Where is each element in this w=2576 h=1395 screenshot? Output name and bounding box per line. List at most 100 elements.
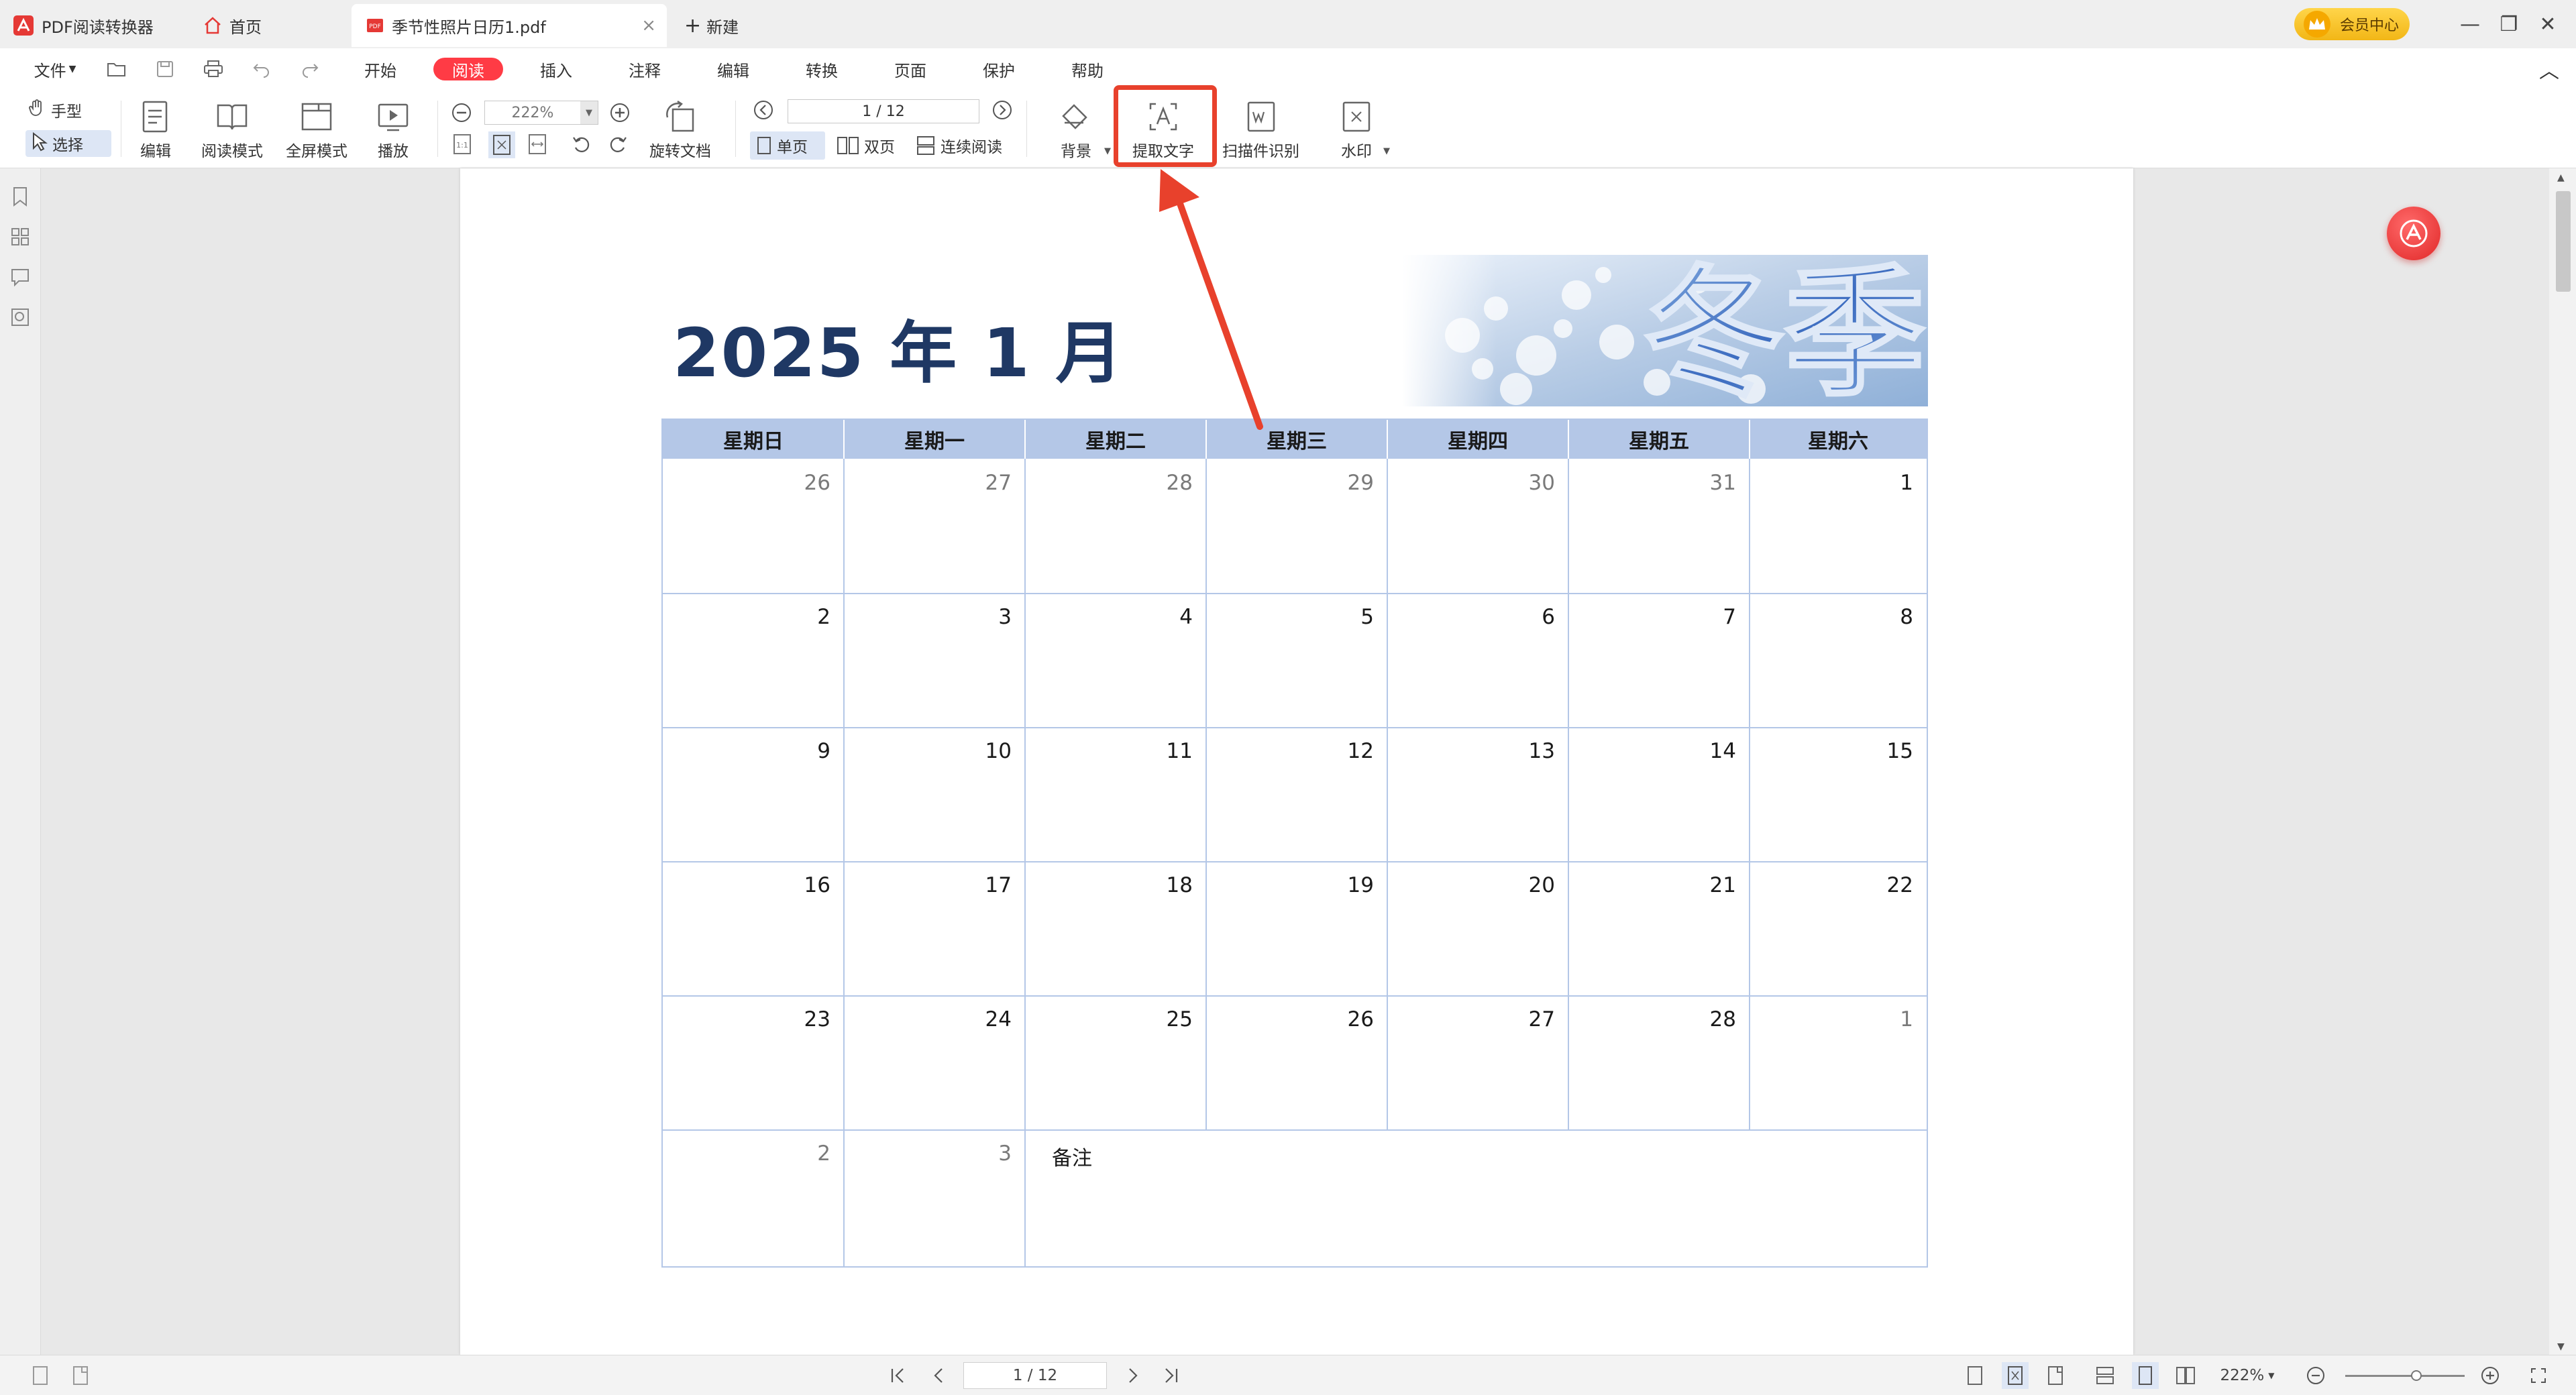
plus-icon: +: [684, 13, 702, 38]
scan-ocr-button[interactable]: 扫描件识别: [1222, 98, 1299, 161]
watermark-button[interactable]: 水印: [1338, 98, 1375, 161]
double-page-button[interactable]: 双页: [836, 131, 895, 160]
calendar-day: 9: [817, 739, 830, 763]
fullscreen-status-icon[interactable]: [2525, 1362, 2552, 1389]
row-divider: [663, 995, 1927, 997]
tab-home[interactable]: 首页: [203, 4, 262, 47]
background-button[interactable]: 背景: [1057, 98, 1095, 161]
undo-icon[interactable]: [250, 58, 274, 80]
next-page-button[interactable]: [991, 99, 1013, 121]
status-zoom-out-icon[interactable]: [2302, 1362, 2329, 1389]
floating-pdf-assistant-icon[interactable]: [2387, 207, 2440, 260]
calendar-day: 27: [985, 471, 1012, 495]
tab-close-button[interactable]: ×: [641, 15, 656, 36]
restore-button[interactable]: ❐: [2494, 9, 2524, 39]
fit-page-button[interactable]: [488, 131, 515, 158]
weekday-header: 星期六: [1750, 420, 1927, 459]
dropdown-arrow-icon[interactable]: ▼: [580, 101, 598, 124]
double-page-status-icon[interactable]: [2172, 1362, 2199, 1389]
status-page-input[interactable]: 1 / 12: [963, 1362, 1107, 1389]
weekday-header: 星期三: [1206, 420, 1387, 459]
zoom-out-button[interactable]: [451, 102, 472, 123]
scrollbar-thumb[interactable]: [2556, 191, 2571, 292]
zoom-in-button[interactable]: [609, 102, 631, 123]
menu-convert[interactable]: 转换: [794, 58, 849, 80]
rotate-right-button[interactable]: [608, 134, 628, 154]
fullscreen-button[interactable]: 全屏模式: [286, 98, 347, 161]
actual-size-status-icon[interactable]: [1962, 1362, 1988, 1389]
hand-tool-label: 手型: [51, 103, 82, 121]
comments-icon[interactable]: [9, 266, 31, 288]
menu-help[interactable]: 帮助: [1060, 58, 1115, 80]
column-divider: [1568, 459, 1569, 1129]
scroll-down-icon[interactable]: ▼: [2557, 1341, 2565, 1352]
tab-new[interactable]: + 新建: [684, 4, 739, 47]
fit-width-status-icon[interactable]: [2042, 1362, 2069, 1389]
print-icon[interactable]: [201, 58, 225, 80]
vip-center-button[interactable]: 会员中心: [2294, 8, 2410, 40]
close-window-button[interactable]: ✕: [2533, 9, 2563, 39]
play-button[interactable]: 播放: [374, 98, 412, 161]
status-zoom-value: 222%: [2220, 1367, 2265, 1384]
last-page-icon[interactable]: [1158, 1362, 1185, 1389]
menu-read[interactable]: 阅读: [433, 58, 503, 80]
rotate-right-icon: [610, 137, 627, 152]
page-thumbnail-icon[interactable]: [27, 1362, 54, 1389]
continuous-read-button[interactable]: 连续阅读: [915, 131, 1002, 160]
open-folder-icon[interactable]: [105, 58, 129, 80]
menu-start[interactable]: 开始: [353, 58, 408, 80]
single-page-status-icon[interactable]: [2132, 1362, 2159, 1389]
status-zoom-select[interactable]: 222% ▼: [2214, 1362, 2281, 1389]
header-divider: [1749, 420, 1750, 459]
weekday-header: 星期一: [844, 420, 1025, 459]
single-page-icon: [757, 137, 771, 154]
watermark-dropdown-icon[interactable]: ▼: [1383, 146, 1390, 156]
hand-tool-button[interactable]: 手型: [27, 98, 82, 122]
collapse-ribbon-button[interactable]: ︿: [2536, 58, 2563, 83]
ribbon-separator: [437, 101, 438, 157]
fit-page-status-icon[interactable]: [2002, 1362, 2029, 1389]
minimize-button[interactable]: —: [2455, 9, 2485, 39]
search-panel-icon[interactable]: [9, 306, 31, 328]
status-zoom-in-icon[interactable]: [2477, 1362, 2504, 1389]
edit-doc-icon: [137, 98, 174, 135]
bookmark-icon[interactable]: [9, 186, 31, 207]
rotate-left-button[interactable]: [572, 134, 592, 154]
save-icon[interactable]: [153, 58, 177, 80]
prev-page-button[interactable]: [753, 99, 774, 121]
menu-page[interactable]: 页面: [883, 58, 938, 80]
tab-document[interactable]: PDF 季节性照片日历1.pdf ×: [352, 4, 667, 47]
previous-page-icon[interactable]: [926, 1362, 953, 1389]
read-mode-button[interactable]: 阅读模式: [201, 98, 263, 161]
calendar-day: 3: [998, 605, 1012, 629]
edit-button[interactable]: 编辑: [137, 98, 174, 161]
app-name: PDF阅读转换器: [42, 17, 154, 37]
zoom-slider-handle[interactable]: [2411, 1370, 2422, 1381]
single-page-button[interactable]: 单页: [750, 131, 825, 160]
menu-file-label: 文件: [34, 61, 66, 80]
header-divider: [1205, 420, 1207, 459]
fit-width-button[interactable]: [526, 133, 549, 156]
background-dropdown-icon[interactable]: ▼: [1104, 146, 1111, 156]
scroll-up-icon[interactable]: ▲: [2557, 172, 2565, 183]
zoom-slider[interactable]: [2341, 1362, 2469, 1389]
calendar-day: 16: [804, 873, 830, 897]
menu-insert[interactable]: 插入: [529, 58, 584, 80]
first-page-icon[interactable]: [884, 1362, 911, 1389]
menu-protect[interactable]: 保护: [971, 58, 1026, 80]
redo-icon[interactable]: [298, 58, 322, 80]
next-page-icon[interactable]: [1119, 1362, 1146, 1389]
select-tool-button[interactable]: 选择: [25, 130, 111, 157]
menu-file[interactable]: 文件 ▼: [27, 58, 83, 80]
zoom-select[interactable]: 222% ▼: [484, 101, 598, 125]
page-export-icon[interactable]: [67, 1362, 94, 1389]
rotate-document-button[interactable]: 旋转文档: [649, 98, 711, 161]
thumbnails-icon[interactable]: [9, 226, 31, 247]
vertical-scrollbar[interactable]: ▲ ▼: [2549, 168, 2576, 1355]
continuous-status-icon[interactable]: [2092, 1362, 2118, 1389]
zoom-slider-track: [2345, 1375, 2465, 1377]
actual-size-button[interactable]: 1:1: [451, 133, 474, 156]
menu-annotate[interactable]: 注释: [617, 58, 672, 80]
page-number-input[interactable]: 1 / 12: [788, 99, 979, 123]
menu-edit[interactable]: 编辑: [706, 58, 761, 80]
